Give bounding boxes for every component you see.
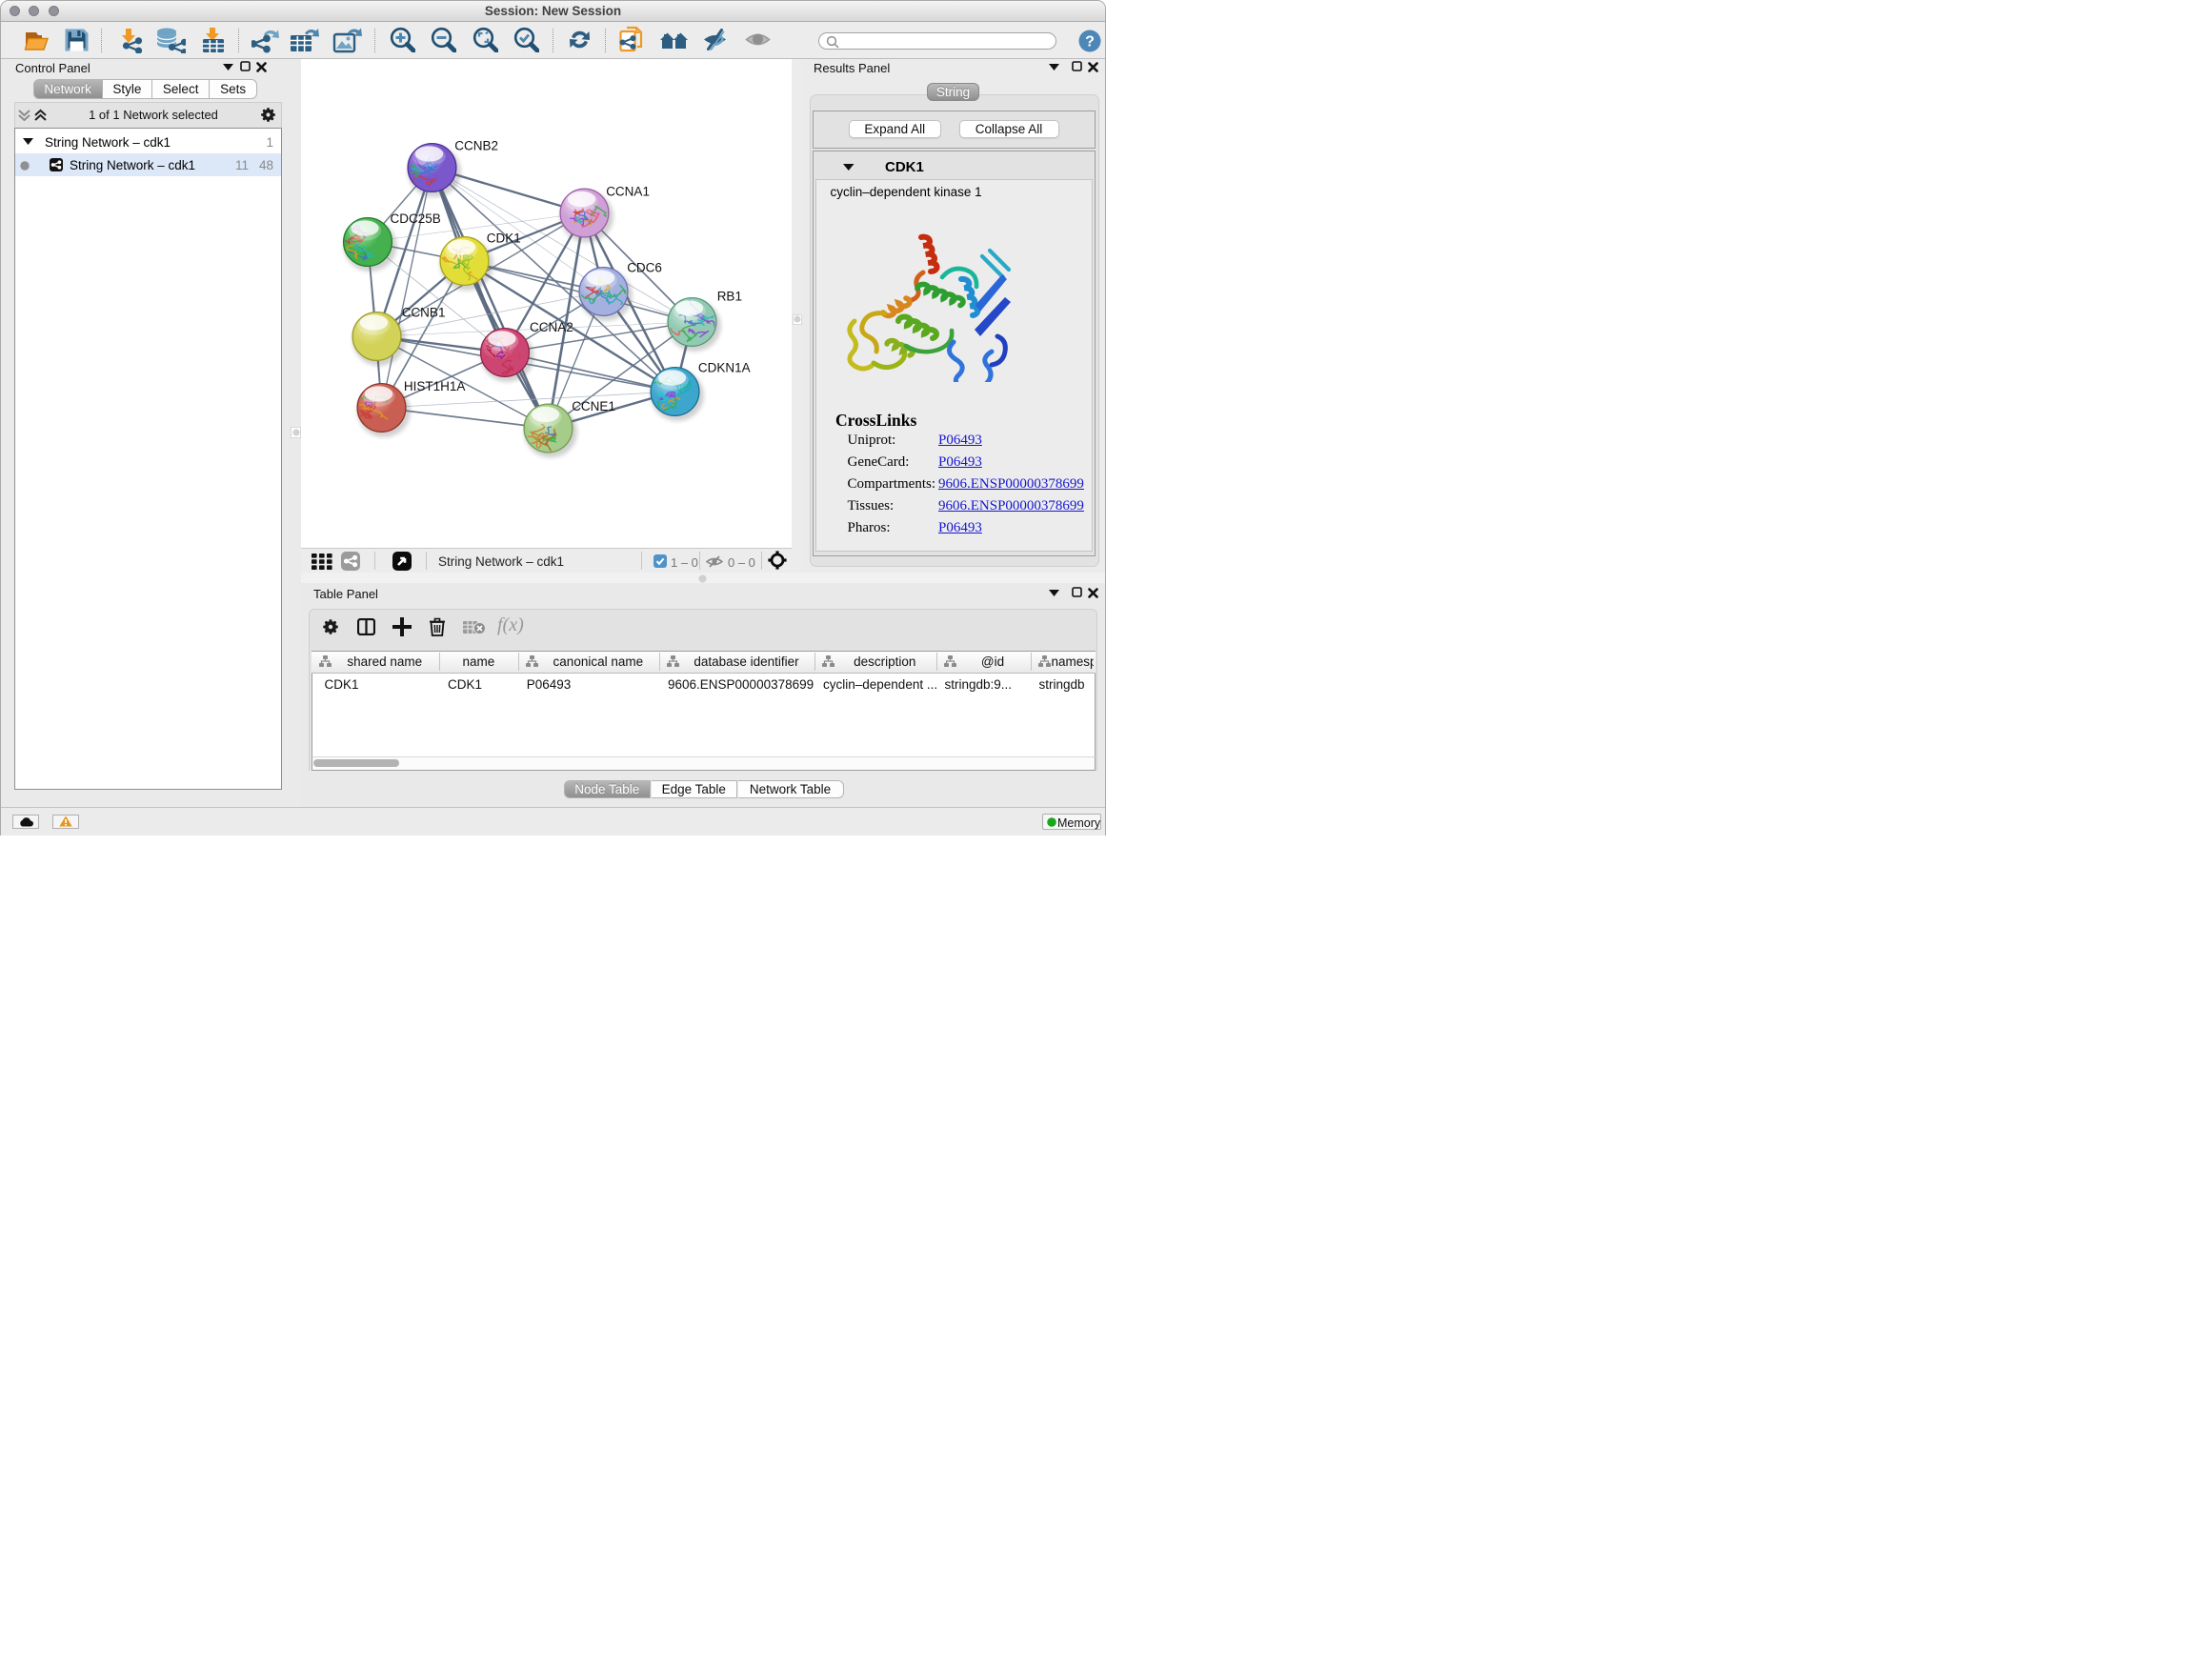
svg-text:CCNE1: CCNE1 [572,399,615,413]
svg-text:?: ? [1085,34,1095,50]
svg-text:CCNA1: CCNA1 [606,185,650,199]
svg-text:CDKN1A: CDKN1A [697,361,750,375]
svg-text:CDC6: CDC6 [627,261,662,275]
svg-text:CCNA2: CCNA2 [530,320,573,334]
svg-text:CDK1: CDK1 [486,232,520,246]
svg-text:RB1: RB1 [716,290,741,304]
svg-text:CCNB2: CCNB2 [454,139,498,153]
svg-text:CDC25B: CDC25B [390,211,440,226]
svg-text:CCNB1: CCNB1 [401,306,445,320]
svg-text:HIST1H1A: HIST1H1A [403,379,465,393]
